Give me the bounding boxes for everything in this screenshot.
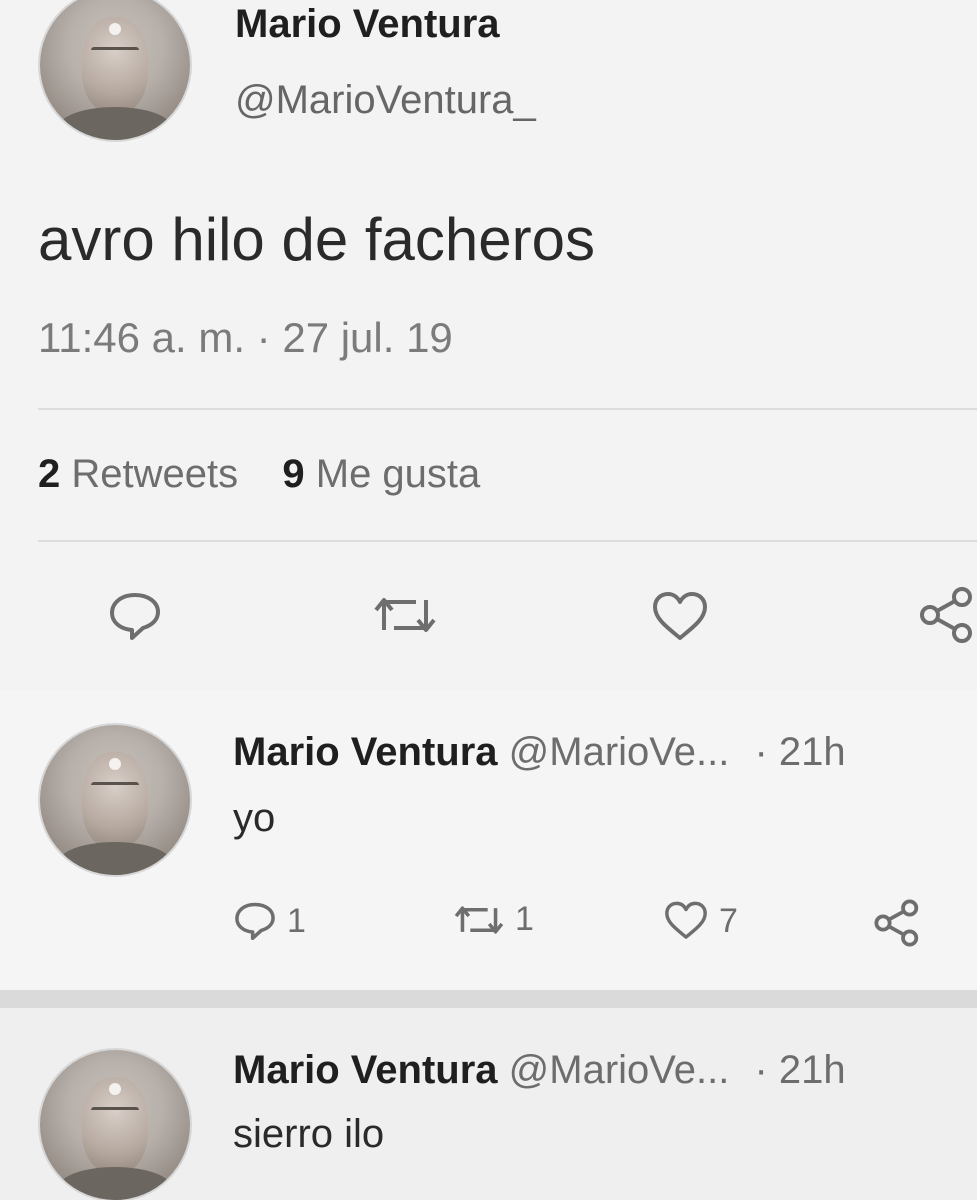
author-display-name[interactable]: Mario Ventura bbox=[235, 2, 500, 47]
speech-bubble-icon bbox=[107, 590, 163, 642]
retweets-label: Retweets bbox=[71, 452, 239, 496]
reply-time[interactable]: · 21h bbox=[754, 1048, 845, 1092]
retweet-icon bbox=[372, 592, 438, 638]
reply-count: 1 bbox=[287, 901, 306, 940]
likes-count: 9 bbox=[282, 452, 305, 496]
reply-button[interactable] bbox=[107, 590, 163, 642]
divider bbox=[38, 408, 977, 410]
reply-retweet-button[interactable]: 1 bbox=[453, 900, 534, 939]
retweet-count: 1 bbox=[515, 900, 534, 938]
reply-header: Mario Ventura @MarioVe... · 21h bbox=[233, 730, 846, 775]
like-button[interactable] bbox=[650, 590, 710, 644]
reply-time[interactable]: · 21h bbox=[754, 730, 845, 774]
divider bbox=[38, 540, 977, 542]
reply-actions: 1 1 7 bbox=[233, 898, 933, 950]
avatar[interactable] bbox=[40, 0, 190, 140]
avatar[interactable] bbox=[40, 1050, 190, 1200]
speech-bubble-icon bbox=[233, 900, 277, 942]
author-handle[interactable]: @MarioVentura_ bbox=[235, 78, 536, 123]
reply-handle[interactable]: @MarioVe... bbox=[509, 1048, 730, 1092]
reply-tweet[interactable]: Mario Ventura @MarioVe... · 21h yo 1 1 7 bbox=[0, 690, 977, 990]
reply-display-name[interactable]: Mario Ventura bbox=[233, 730, 498, 774]
retweet-button[interactable] bbox=[372, 592, 438, 638]
reply-header: Mario Ventura @MarioVe... · 21h bbox=[233, 1048, 846, 1093]
heart-icon bbox=[663, 900, 709, 942]
main-tweet: Mario Ventura @MarioVentura_ avro hilo d… bbox=[0, 0, 977, 690]
divider bbox=[0, 990, 977, 1008]
tweet-text: avro hilo de facheros bbox=[38, 206, 595, 273]
avatar[interactable] bbox=[40, 725, 190, 875]
share-icon bbox=[873, 898, 923, 948]
reply-tweet[interactable]: Mario Ventura @MarioVe... · 21h sierro i… bbox=[0, 1008, 977, 1200]
heart-icon bbox=[650, 590, 710, 644]
reply-handle[interactable]: @MarioVe... bbox=[509, 730, 730, 774]
retweets-count: 2 bbox=[38, 452, 61, 496]
reply-share-button[interactable] bbox=[873, 898, 923, 948]
likes-stat[interactable]: 9 Me gusta bbox=[282, 452, 480, 496]
reply-display-name[interactable]: Mario Ventura bbox=[233, 1048, 498, 1092]
tweet-timestamp[interactable]: 11:46 a. m. · 27 jul. 19 bbox=[38, 314, 453, 362]
share-button[interactable] bbox=[918, 585, 977, 645]
likes-label: Me gusta bbox=[315, 452, 481, 496]
share-icon bbox=[918, 585, 977, 645]
reply-text: sierro ilo bbox=[233, 1112, 385, 1156]
retweet-icon bbox=[453, 901, 505, 939]
tweet-stats: 2 Retweets 9 Me gusta bbox=[38, 452, 480, 497]
reply-like-button[interactable]: 7 bbox=[663, 900, 738, 942]
reply-reply-button[interactable]: 1 bbox=[233, 900, 306, 942]
retweets-stat[interactable]: 2 Retweets bbox=[38, 452, 249, 496]
reply-text: yo bbox=[233, 796, 276, 840]
like-count: 7 bbox=[719, 901, 738, 940]
